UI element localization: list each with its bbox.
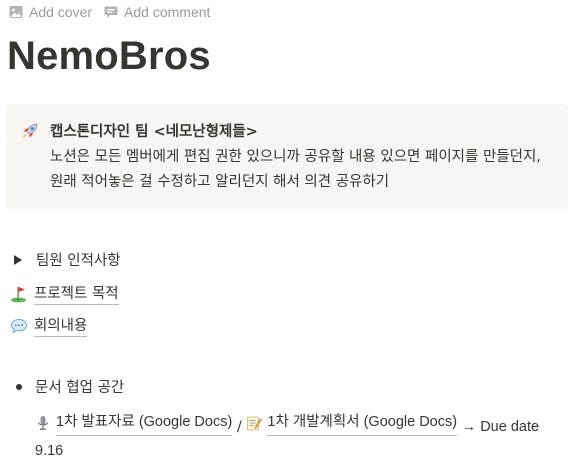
bullet-label: 문서 협업 공간 [35, 380, 125, 396]
speech-bubble-icon [10, 318, 28, 334]
comment-icon [104, 6, 118, 18]
add-comment-label: Add comment [124, 4, 211, 20]
notion-page: Add cover Add comment NemoBros 캡스톤디자인 팀 … [0, 0, 569, 456]
callout-title: 캡스톤디자인 팀 <네모난형제들> [50, 124, 258, 140]
rocket-icon[interactable] [21, 122, 39, 140]
add-cover-button[interactable]: Add cover [9, 4, 92, 20]
callout-block[interactable]: 캡스톤디자인 팀 <네모난형제들> 노션은 모든 멤버에게 편집 권한 있으니까… [6, 104, 568, 209]
microphone-icon [37, 416, 49, 430]
golf-flag-icon [11, 286, 26, 302]
memo-icon [247, 416, 263, 431]
page-link-label: 프로젝트 목적 [34, 282, 119, 305]
callout-body: 노션은 모든 멤버에게 편집 권한 있으니까 공유할 내용 있으면 페이지를 만… [50, 149, 541, 190]
docs-line: 1차 발표자료 (Google Docs) / 1차 개발계획서 (Google… [35, 410, 560, 456]
bullet-dot [16, 383, 22, 390]
doc-link-presentation[interactable]: 1차 발표자료 (Google Docs) [35, 410, 233, 436]
doc-link-label: 1차 발표자료 (Google Docs) [56, 410, 233, 436]
image-icon [9, 6, 23, 18]
toggle-team-info[interactable]: 팀원 인적사항 [14, 249, 121, 270]
doc-link-label: 1차 개발계획서 (Google Docs) [267, 410, 458, 436]
page-top-actions: Add cover Add comment [9, 4, 210, 20]
toggle-triangle-icon[interactable] [14, 254, 22, 265]
toggle-label: 팀원 인적사항 [36, 253, 121, 269]
page-title[interactable]: NemoBros [7, 30, 211, 82]
add-comment-button[interactable]: Add comment [104, 4, 210, 20]
page-link-project-purpose[interactable]: 프로젝트 목적 [10, 282, 119, 305]
docs-separator: / [236, 419, 242, 435]
add-cover-label: Add cover [29, 4, 93, 20]
bulleted-item-doc-collab[interactable]: 문서 협업 공간 [16, 376, 124, 397]
page-link-label: 회의내용 [34, 314, 88, 337]
doc-link-dev-plan[interactable]: 1차 개발계획서 (Google Docs) [246, 410, 458, 436]
page-link-meeting-notes[interactable]: 회의내용 [10, 314, 88, 337]
